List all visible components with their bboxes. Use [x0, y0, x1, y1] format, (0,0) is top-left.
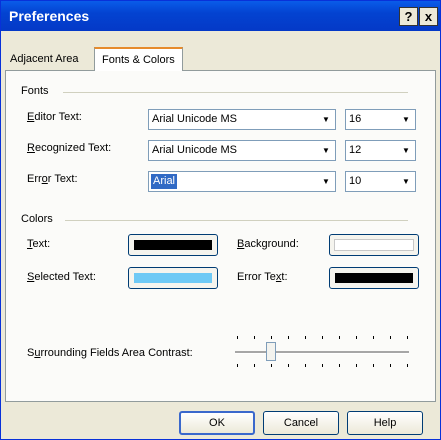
- error-text-color-swatch: [335, 273, 413, 283]
- slider-tick: [390, 364, 391, 367]
- slider-tick: [373, 336, 374, 339]
- slider-tick: [288, 336, 289, 339]
- ok-button[interactable]: OK: [179, 411, 255, 435]
- cancel-button[interactable]: Cancel: [263, 411, 339, 435]
- slider-tick: [407, 364, 408, 367]
- slider-tick: [373, 364, 374, 367]
- close-icon[interactable]: x: [419, 7, 438, 26]
- slider-tick: [356, 336, 357, 339]
- error-font-select[interactable]: Arial ▼: [148, 171, 336, 192]
- error-size-select[interactable]: 10 ▼: [345, 171, 416, 192]
- title-bar[interactable]: Preferences ? x: [1, 1, 440, 31]
- help-button[interactable]: Help: [347, 411, 423, 435]
- slider-tick: [237, 364, 238, 367]
- help-icon[interactable]: ?: [399, 7, 418, 26]
- selected-text-color-button[interactable]: [128, 267, 218, 289]
- background-color-swatch: [334, 239, 414, 251]
- recognized-size-value: 12: [349, 144, 362, 156]
- tab-fonts-colors[interactable]: Fonts & Colors: [94, 47, 183, 71]
- background-color-button[interactable]: [329, 234, 419, 256]
- slider-tick: [322, 364, 323, 367]
- text-color-button[interactable]: [128, 234, 218, 256]
- selected-text-color-swatch: [134, 273, 212, 283]
- error-text-label: Error Text:: [27, 173, 78, 185]
- dialog-client: Adjacent Area Fonts & Colors Fonts Edito…: [1, 31, 440, 439]
- chevron-down-icon[interactable]: ▼: [318, 142, 334, 159]
- background-color-label: Background:: [237, 238, 299, 250]
- colors-divider: [65, 220, 408, 221]
- editor-font-value: Arial Unicode MS: [152, 113, 237, 125]
- contrast-slider-thumb[interactable]: [266, 342, 276, 361]
- editor-size-value: 16: [349, 113, 362, 125]
- error-size-value: 10: [349, 175, 362, 187]
- recognized-text-label: Recognized Text:: [27, 142, 112, 154]
- editor-text-label: Editor Text:: [27, 111, 82, 123]
- slider-tick: [322, 336, 323, 339]
- fonts-heading: Fonts: [21, 85, 49, 97]
- slider-tick: [271, 336, 272, 339]
- recognized-font-select[interactable]: Arial Unicode MS ▼: [148, 140, 336, 161]
- chevron-down-icon[interactable]: ▼: [318, 111, 334, 128]
- preferences-dialog: Preferences ? x Adjacent Area Fonts & Co…: [0, 0, 441, 440]
- error-font-value: Arial: [151, 174, 178, 189]
- chevron-down-icon[interactable]: ▼: [318, 173, 334, 190]
- editor-font-select[interactable]: Arial Unicode MS ▼: [148, 109, 336, 130]
- slider-tick: [390, 336, 391, 339]
- slider-tick: [271, 364, 272, 367]
- error-text-color-button[interactable]: [329, 267, 419, 289]
- tab-adjacent-area[interactable]: Adjacent Area: [6, 50, 84, 70]
- slider-tick: [305, 336, 306, 339]
- text-color-swatch: [134, 240, 212, 250]
- chevron-down-icon[interactable]: ▼: [398, 142, 414, 159]
- fonts-divider: [63, 92, 408, 93]
- selected-text-color-label: Selected Text:: [27, 271, 96, 283]
- chevron-down-icon[interactable]: ▼: [398, 173, 414, 190]
- slider-tick: [288, 364, 289, 367]
- slider-tick: [356, 364, 357, 367]
- slider-tick: [339, 364, 340, 367]
- error-text-color-label: Error Text:: [237, 271, 288, 283]
- slider-tick: [254, 364, 255, 367]
- slider-tick: [237, 336, 238, 339]
- dialog-title: Preferences: [9, 8, 90, 24]
- editor-size-select[interactable]: 16 ▼: [345, 109, 416, 130]
- recognized-size-select[interactable]: 12 ▼: [345, 140, 416, 161]
- contrast-label: Surrounding Fields Area Contrast:: [27, 347, 193, 359]
- text-color-label: Text:: [27, 238, 51, 250]
- slider-tick: [339, 336, 340, 339]
- colors-heading: Colors: [21, 213, 53, 225]
- chevron-down-icon[interactable]: ▼: [398, 111, 414, 128]
- slider-tick: [305, 364, 306, 367]
- contrast-slider-track[interactable]: [235, 351, 409, 354]
- recognized-font-value: Arial Unicode MS: [152, 144, 237, 156]
- slider-tick: [407, 336, 408, 339]
- slider-tick: [254, 336, 255, 339]
